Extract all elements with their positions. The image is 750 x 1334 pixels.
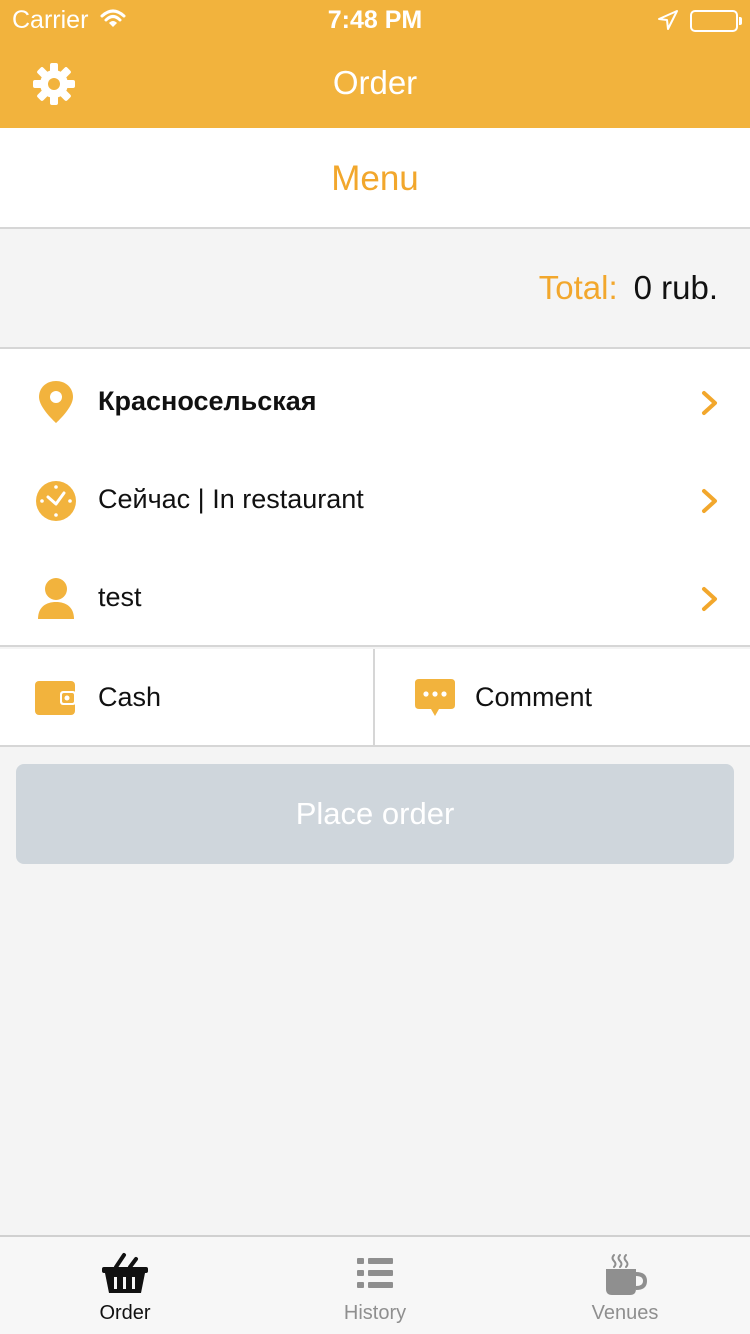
user-row[interactable]: test [0, 549, 750, 647]
total-label: Total: [538, 269, 618, 306]
status-time: 7:48 PM [327, 6, 423, 34]
tab-order-label: Order [99, 1302, 151, 1324]
tab-history-label: History [343, 1302, 407, 1324]
tab-history[interactable]: History [250, 1237, 500, 1334]
chevron-right-icon [698, 389, 722, 417]
battery-icon [690, 10, 742, 32]
total-section: Total: 0 rub. [0, 229, 750, 347]
menu-label: Menu [331, 159, 419, 198]
payment-comment-row: Cash Comment [0, 649, 750, 747]
tab-venues-label: Venues [591, 1302, 659, 1324]
basket-icon [100, 1251, 150, 1297]
menu-button[interactable]: Menu [0, 128, 750, 229]
comment-bubble-icon [414, 677, 456, 719]
tab-bar: Order History Venues [0, 1235, 750, 1334]
payment-method-label: Cash [98, 682, 162, 712]
total-value: 0 rub. [633, 269, 718, 306]
status-bar: Carrier 7:48 PM [0, 0, 750, 40]
place-order-button[interactable]: Place order [16, 764, 734, 864]
page-title: Order [332, 64, 418, 101]
clock-icon [34, 477, 78, 523]
user-icon [34, 575, 78, 621]
location-arrow-icon [657, 9, 679, 36]
nav-bar: Order [0, 40, 750, 128]
wallet-icon [34, 677, 76, 719]
location-pin-icon [34, 379, 78, 425]
coffee-cup-icon [600, 1251, 650, 1297]
user-name: test [98, 582, 142, 612]
time-row[interactable]: Сейчас | In restaurant [0, 451, 750, 549]
tab-order[interactable]: Order [0, 1237, 250, 1334]
order-details: Красносельская Сейчас | In restaurant te… [0, 347, 750, 647]
list-icon [350, 1251, 400, 1297]
time-text: Сейчас | In restaurant [98, 484, 364, 514]
comment-label: Comment [475, 682, 593, 712]
venue-row[interactable]: Красносельская [0, 353, 750, 451]
chevron-right-icon [698, 585, 722, 613]
comment-button[interactable]: Comment [377, 649, 750, 745]
chevron-right-icon [698, 487, 722, 515]
venue-name: Красносельская [98, 386, 317, 416]
tab-venues[interactable]: Venues [500, 1237, 750, 1334]
payment-method-button[interactable]: Cash [0, 649, 375, 745]
